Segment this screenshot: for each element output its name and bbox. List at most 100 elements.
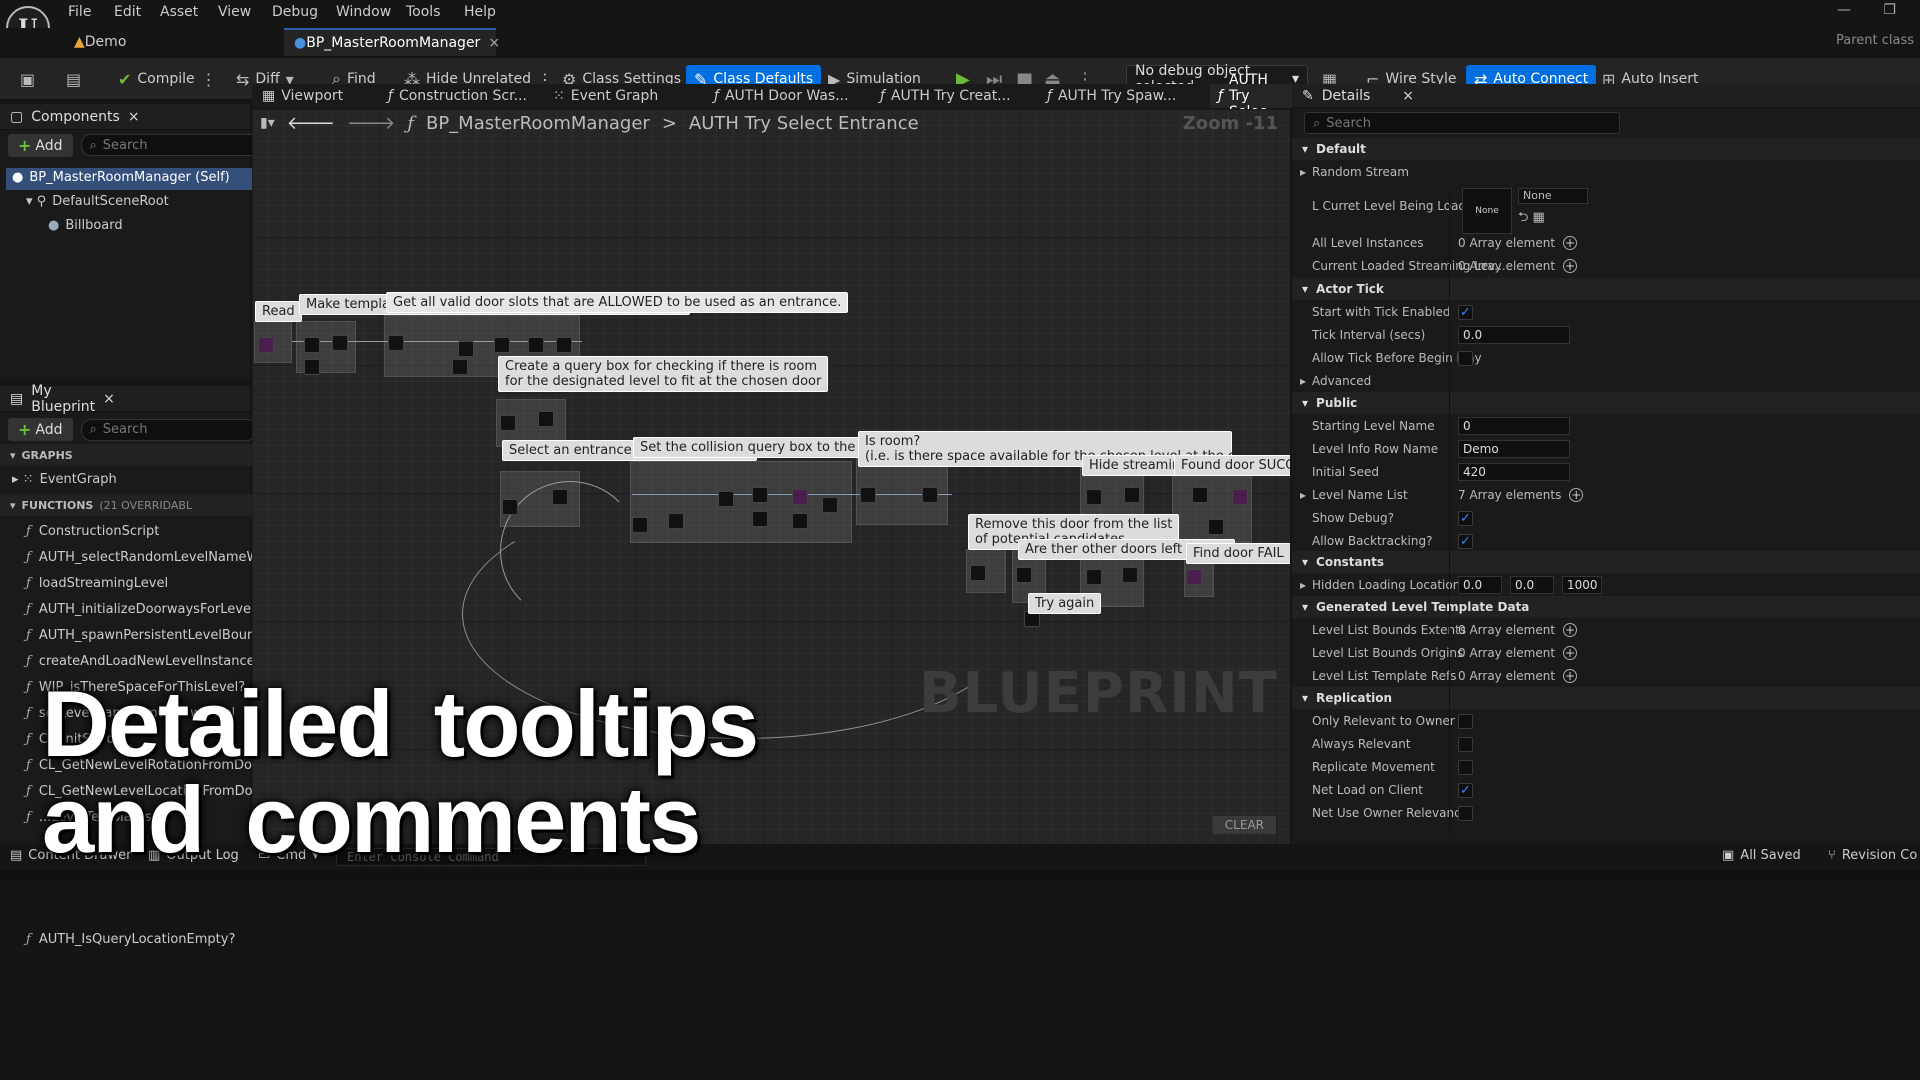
add-element-icon[interactable]: +: [1563, 669, 1578, 683]
add-element-icon[interactable]: +: [1563, 646, 1578, 660]
function-item[interactable]: ƒ AUTH_IsQueryLocationEmpty?: [26, 932, 235, 947]
add-element-icon[interactable]: +: [1563, 236, 1578, 250]
location-y-input[interactable]: 0.0: [1510, 576, 1554, 594]
graph-node[interactable]: [668, 513, 684, 529]
graph-node[interactable]: [332, 335, 348, 351]
graph-node[interactable]: [1086, 489, 1102, 505]
tab-construction-script[interactable]: ƒ Construction Scr...: [380, 84, 535, 108]
checkbox-checked[interactable]: ✓: [1458, 304, 1473, 320]
graph-node[interactable]: [1208, 519, 1224, 535]
back-arrow-icon[interactable]: 🡐: [287, 113, 335, 134]
comment-found-door-success[interactable]: Found door SUCCESS: [1174, 455, 1290, 476]
component-self[interactable]: ● BP_MasterRoomManager (Self): [12, 170, 230, 185]
menu-asset[interactable]: Asset: [160, 4, 198, 20]
function-item[interactable]: ƒ createAndLoadNewLevelInstance: [26, 654, 255, 669]
save-button[interactable]: ▣: [12, 65, 43, 93]
graph-node[interactable]: [970, 565, 986, 581]
close-icon[interactable]: ×: [1402, 88, 1414, 104]
graphs-section[interactable]: ▾ GRAPHS: [10, 449, 73, 462]
menu-file[interactable]: File: [68, 4, 91, 20]
comment-create-query-box[interactable]: Create a query box for checking if there…: [498, 356, 829, 392]
tick-interval-input[interactable]: 0.0: [1458, 326, 1570, 344]
checkbox-checked[interactable]: ✓: [1458, 510, 1473, 526]
graph-node[interactable]: [860, 487, 876, 503]
section-constants[interactable]: ▾ Constants: [1292, 551, 1920, 573]
my-blueprint-search-input[interactable]: ⌕ Search: [80, 418, 257, 441]
function-item[interactable]: ƒ AUTH_spawnPersistentLevelBounds: [26, 628, 270, 643]
clear-button[interactable]: CLEAR: [1212, 816, 1276, 834]
graph-node[interactable]: [304, 359, 320, 375]
graph-node[interactable]: [822, 497, 838, 513]
tab-auth-try-spaw[interactable]: ƒ AUTH Try Spaw...: [1039, 84, 1184, 108]
level-info-input[interactable]: Demo: [1458, 440, 1570, 458]
browse-asset-icon[interactable]: ⮌ ▦: [1518, 208, 1545, 230]
comment-try-again[interactable]: Try again: [1028, 593, 1102, 614]
checkbox[interactable]: [1458, 805, 1473, 821]
graph-node[interactable]: [388, 335, 404, 351]
function-item[interactable]: ƒ loadStreamingLevel: [26, 576, 168, 591]
row-level-name-list[interactable]: ▸ Level Name List 7 Array elements +: [1292, 484, 1920, 506]
graph-node[interactable]: [1086, 569, 1102, 585]
checkbox-checked[interactable]: ✓: [1458, 782, 1473, 798]
component-billboard[interactable]: ● Billboard: [48, 218, 123, 233]
checkbox[interactable]: [1458, 759, 1473, 775]
graph-node[interactable]: [752, 487, 768, 503]
close-icon[interactable]: ×: [488, 35, 500, 51]
checkbox-checked[interactable]: ✓: [1458, 533, 1473, 549]
row-advanced[interactable]: ▸ Advanced: [1292, 370, 1920, 392]
all-saved-button[interactable]: ▣ All Saved: [1722, 848, 1801, 863]
comment-find-door-fail[interactable]: Find door FAIL: [1186, 543, 1290, 564]
graph-node[interactable]: [458, 341, 474, 357]
add-element-icon[interactable]: +: [1569, 488, 1584, 502]
function-item[interactable]: ƒ ConstructionScript: [26, 524, 159, 539]
menu-edit[interactable]: Edit: [114, 4, 141, 20]
graph-node[interactable]: [556, 337, 572, 353]
window-controls[interactable]: — ❐: [1837, 2, 1910, 18]
menu-window[interactable]: Window: [336, 4, 391, 20]
graph-node[interactable]: [452, 359, 468, 375]
checkbox[interactable]: [1458, 713, 1473, 729]
close-icon[interactable]: ×: [103, 391, 115, 407]
menu-tools[interactable]: Tools: [406, 4, 441, 20]
graph-node[interactable]: [718, 491, 734, 507]
asset-thumbnail[interactable]: None: [1462, 188, 1512, 234]
graph-node[interactable]: [1122, 567, 1138, 583]
tab-viewport[interactable]: ▦ Viewport: [254, 84, 351, 108]
graph-node[interactable]: [1232, 489, 1248, 505]
graph-node[interactable]: [752, 511, 768, 527]
graph-node[interactable]: [528, 337, 544, 353]
close-icon[interactable]: ×: [128, 109, 140, 125]
tab-auth-try-creat[interactable]: ƒ AUTH Try Creat...: [872, 84, 1019, 108]
menu-help[interactable]: Help: [464, 4, 496, 20]
add-element-icon[interactable]: +: [1563, 623, 1578, 637]
graph-node[interactable]: [494, 337, 510, 353]
location-z-input[interactable]: 1000: [1562, 576, 1602, 594]
graph-node[interactable]: [552, 489, 568, 505]
graph-node[interactable]: [258, 337, 274, 353]
component-default-scene-root[interactable]: ▾ ⚲ DefaultSceneRoot: [26, 194, 169, 209]
section-generated-level-template[interactable]: ▾ Generated Level Template Data: [1292, 596, 1920, 618]
bookmark-icon[interactable]: ▮▾: [260, 115, 275, 131]
comment-get-valid-door-slots[interactable]: Get all valid door slots that are ALLOWE…: [386, 292, 849, 313]
tab-event-graph[interactable]: ⁙ Event Graph: [545, 84, 666, 108]
forward-arrow-icon[interactable]: 🡒: [347, 113, 395, 134]
graph-node[interactable]: [1192, 487, 1208, 503]
add-component-button[interactable]: + Add: [8, 134, 73, 157]
graph-node[interactable]: [1124, 487, 1140, 503]
graph-node[interactable]: [792, 513, 808, 529]
add-member-button[interactable]: + Add: [8, 418, 73, 441]
graph-item-eventgraph[interactable]: ▸ ⁙ EventGraph: [12, 472, 117, 487]
menu-view[interactable]: View: [218, 4, 251, 20]
section-actor-tick[interactable]: ▾ Actor Tick: [1292, 278, 1920, 300]
graph-node[interactable]: [922, 487, 938, 503]
tab-project[interactable]: ▲ Demo: [64, 28, 136, 56]
graph-node[interactable]: [1016, 567, 1032, 583]
checkbox[interactable]: [1458, 736, 1473, 752]
checkbox[interactable]: [1458, 350, 1473, 366]
section-replication[interactable]: ▾ Replication: [1292, 687, 1920, 709]
menu-debug[interactable]: Debug: [272, 4, 318, 20]
parent-class-label[interactable]: Parent class: [1836, 33, 1914, 48]
graph-node[interactable]: [538, 411, 554, 427]
asset-picker-select[interactable]: None: [1518, 188, 1588, 204]
add-element-icon[interactable]: +: [1563, 259, 1578, 273]
